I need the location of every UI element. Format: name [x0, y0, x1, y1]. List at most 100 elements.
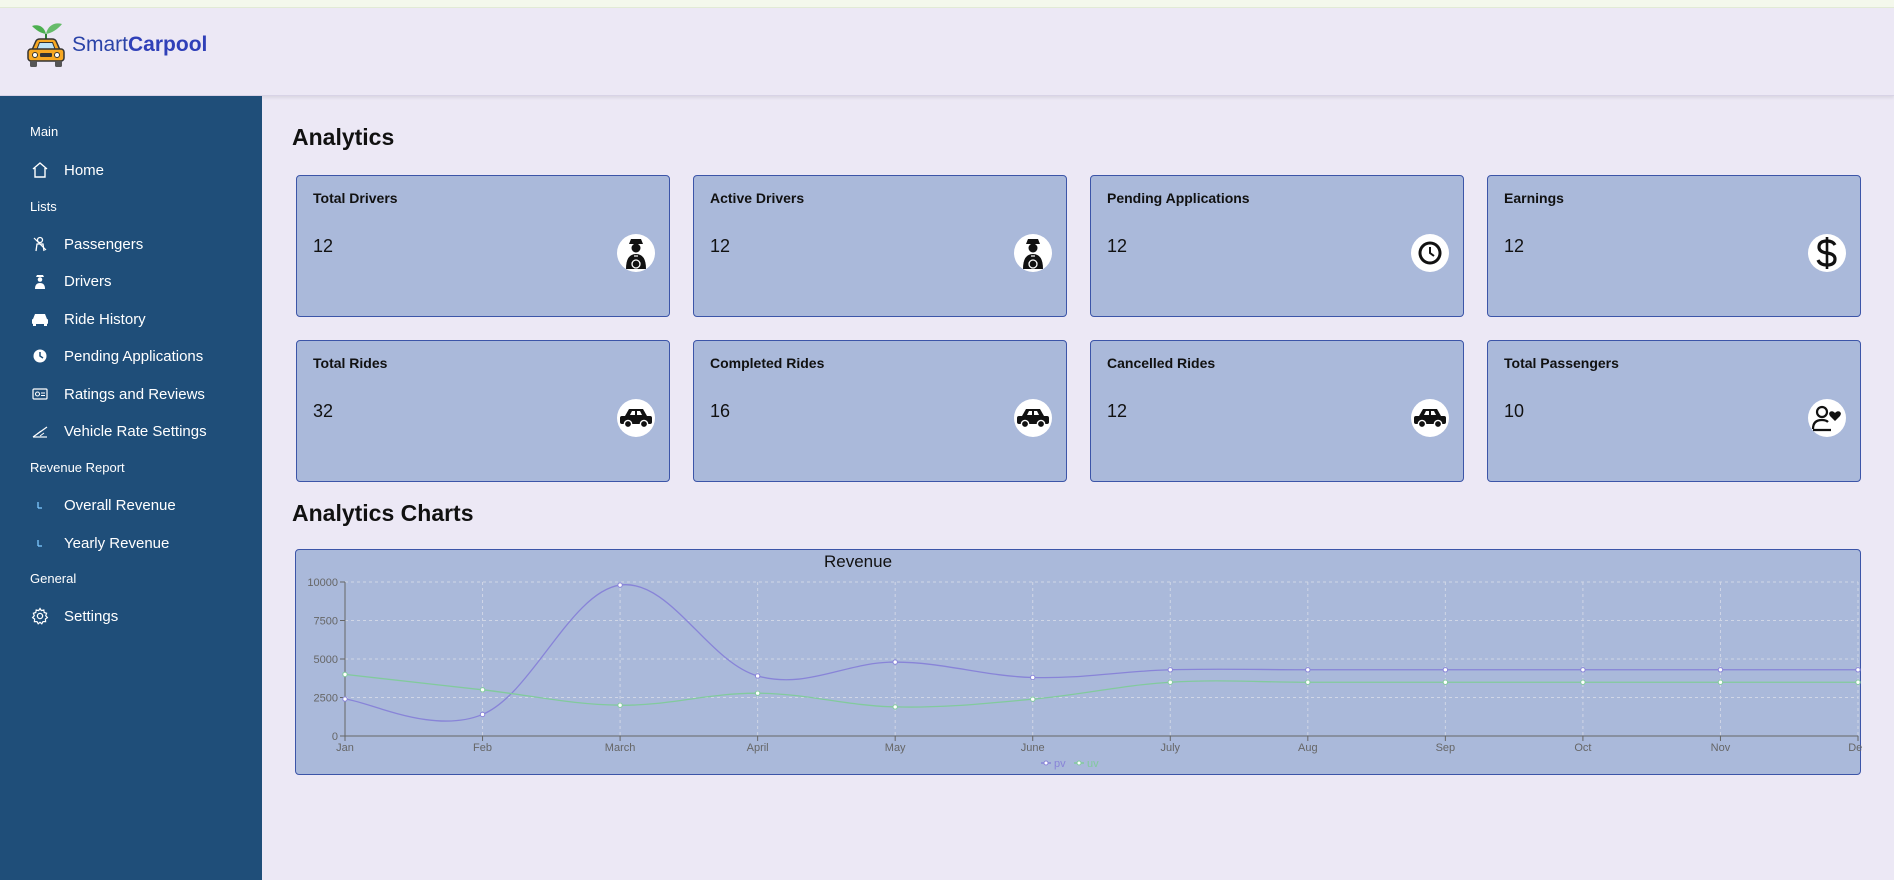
top-strip — [0, 0, 1894, 8]
data-point-uv — [754, 690, 761, 696]
sidebar-item-label: Yearly Revenue — [64, 534, 170, 552]
passenger-heart-icon — [1808, 399, 1846, 437]
stat-card-total-passengers[interactable]: Total Passengers 10 — [1487, 340, 1861, 482]
app-logo[interactable]: SmartCarpool — [24, 20, 207, 70]
sidebar-item-label: Overall Revenue — [64, 496, 176, 514]
driver-icon — [30, 271, 50, 291]
car-icon — [30, 309, 50, 329]
sidebar-item-drivers[interactable]: Drivers — [30, 266, 250, 296]
sidebar-item-ratings-and-reviews[interactable]: Ratings and Reviews — [30, 379, 250, 409]
sidebar-item-passengers[interactable]: Passengers — [30, 229, 250, 259]
stat-card-pending-applications[interactable]: Pending Applications 12 — [1090, 175, 1464, 317]
data-point-pv — [1030, 674, 1036, 681]
driver-icon — [1014, 234, 1052, 272]
data-point-uv — [1855, 679, 1861, 685]
card-title: Total Passengers — [1504, 355, 1619, 371]
car-icon — [1014, 399, 1052, 437]
legend-label-pv: pv — [1054, 758, 1066, 770]
card-title: Total Drivers — [313, 190, 398, 206]
legend-label-uv: uv — [1087, 758, 1099, 770]
x-tick-label: Sep — [1436, 742, 1456, 754]
sidebar-item-home[interactable]: Home — [30, 155, 250, 185]
x-tick-label: Dec — [1848, 742, 1862, 754]
driver-icon — [617, 234, 655, 272]
card-title: Completed Rides — [710, 355, 825, 371]
stat-card-completed-rides[interactable]: Completed Rides 16 — [693, 340, 1067, 482]
legend-marker-pv — [1043, 760, 1049, 766]
data-point-pv — [754, 673, 761, 679]
sidebar-item-yearly-revenue[interactable]: Yearly Revenue — [30, 528, 250, 558]
card-value: 10 — [1504, 401, 1525, 421]
x-tick-label: April — [747, 742, 769, 754]
gear-icon — [30, 606, 50, 626]
data-point-pv — [479, 711, 486, 718]
card-title: Pending Applications — [1107, 190, 1250, 206]
x-tick-label: July — [1160, 742, 1180, 754]
header: SmartCarpool — [0, 8, 1894, 96]
sidebar-item-ride-history[interactable]: Ride History — [30, 304, 250, 334]
x-tick-label: Oct — [1574, 742, 1591, 754]
passenger-icon — [30, 234, 50, 254]
revenue-icon — [30, 495, 50, 515]
chart-title: Revenue — [824, 552, 892, 571]
y-tick-label: 10000 — [307, 577, 338, 589]
data-point-pv — [1305, 667, 1311, 673]
stat-card-total-drivers[interactable]: Total Drivers 12 — [296, 175, 670, 317]
sidebar-item-label: Settings — [64, 607, 119, 625]
x-tick-label: Nov — [1711, 742, 1731, 754]
sidebar-section-general: General — [30, 571, 77, 586]
card-title: Earnings — [1504, 190, 1564, 206]
sidebar-section-revenue-report: Revenue Report — [30, 460, 125, 475]
data-point-uv — [1030, 696, 1036, 702]
car-icon — [1411, 399, 1449, 437]
card-value: 12 — [1107, 236, 1128, 256]
stat-card-cancelled-rides[interactable]: Cancelled Rides 12 — [1090, 340, 1464, 482]
stat-card-earnings[interactable]: Earnings 12 — [1487, 175, 1861, 317]
rate-icon — [30, 421, 50, 441]
data-point-uv — [1580, 679, 1586, 685]
sidebar-item-label: Ride History — [64, 310, 146, 328]
chart-series — [342, 582, 1861, 722]
chart-legend: pv uv — [1041, 758, 1099, 770]
chart-axes: 025005000750010000Jan Feb March April May Jun… — [307, 577, 1862, 754]
data-point-pv — [342, 696, 348, 702]
sidebar-section-lists: Lists — [30, 199, 57, 214]
home-icon — [30, 160, 50, 180]
data-point-uv — [1717, 679, 1724, 685]
sidebar-item-settings[interactable]: Settings — [30, 601, 250, 631]
data-point-pv — [1717, 667, 1724, 673]
chart-grid — [344, 581, 1859, 737]
stat-card-active-drivers[interactable]: Active Drivers 12 — [693, 175, 1067, 317]
car-icon — [617, 399, 655, 437]
legend-marker-uv — [1076, 760, 1082, 766]
sidebar-item-label: Ratings and Reviews — [64, 385, 205, 403]
clock-icon — [1411, 234, 1449, 272]
sidebar-item-label: Home — [64, 161, 105, 179]
sidebar-item-label: Drivers — [64, 272, 112, 290]
card-value: 16 — [710, 401, 731, 421]
x-tick-label: Aug — [1298, 742, 1318, 754]
stat-card-total-rides[interactable]: Total Rides 32 — [296, 340, 670, 482]
sidebar-item-overall-revenue[interactable]: Overall Revenue — [30, 490, 250, 520]
data-point-uv — [892, 704, 898, 710]
data-point-pv — [1167, 667, 1173, 673]
main-content: Analytics Total Drivers 12 Active Driver… — [262, 96, 1894, 880]
card-value: 32 — [313, 401, 334, 421]
sidebar-item-vehicle-rate-settings[interactable]: Vehicle Rate Settings — [30, 416, 250, 446]
sidebar-item-label: Pending Applications — [64, 347, 204, 365]
revenue-chart[interactable]: Revenue 0 2500 5000 7500 10000 Jan Feb March Apr… — [295, 549, 1862, 775]
rating-icon — [30, 384, 50, 404]
sidebar-item-pending-applications[interactable]: Pending Applications — [30, 341, 250, 371]
revenue-icon — [30, 533, 50, 553]
card-value: 12 — [710, 236, 731, 256]
card-value: 12 — [313, 236, 334, 256]
card-value: 12 — [1107, 401, 1128, 421]
data-point-uv — [617, 702, 623, 708]
series-line-uv — [344, 673, 1858, 708]
x-tick-label: Feb — [473, 742, 492, 754]
sidebar-item-label: Vehicle Rate Settings — [64, 422, 207, 440]
sidebar-section-main: Main — [30, 124, 59, 139]
data-point-pv — [617, 582, 623, 588]
card-title: Cancelled Rides — [1107, 355, 1216, 371]
data-point-uv — [1305, 679, 1311, 685]
